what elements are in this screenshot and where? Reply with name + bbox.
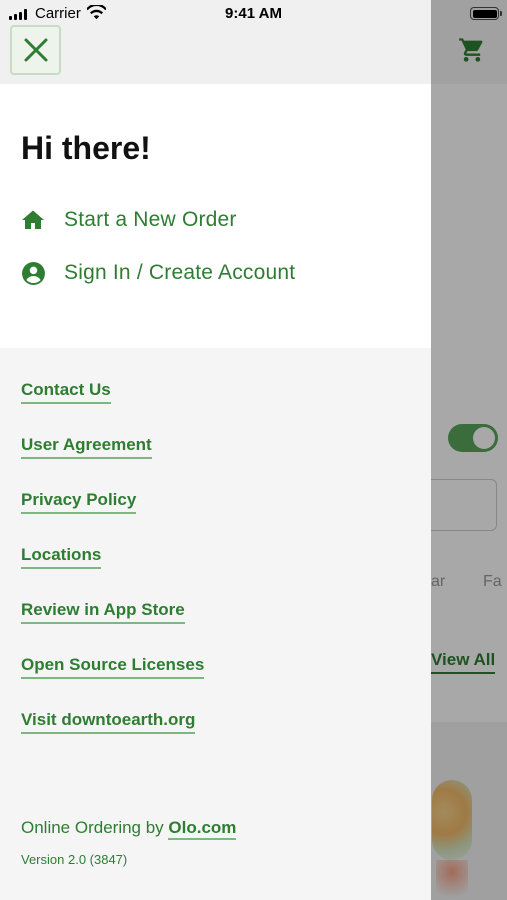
credit-prefix: Online Ordering by: [21, 818, 169, 837]
olo-link[interactable]: Olo.com: [168, 818, 237, 840]
contact-us-link[interactable]: Contact Us: [21, 380, 111, 404]
account-circle-icon: [20, 260, 46, 286]
online-ordering-credit: Online Ordering by Olo.com: [21, 818, 237, 840]
status-bar: Carrier 9:41 AM: [0, 0, 507, 26]
user-agreement-link[interactable]: User Agreement: [21, 435, 152, 459]
sign-in-item[interactable]: Sign In / Create Account: [20, 260, 295, 286]
version-label: Version 2.0 (3847): [21, 852, 128, 867]
screen: ar Fa View All Hi there! Start a New Ord…: [0, 0, 507, 900]
status-time: 9:41 AM: [225, 5, 282, 22]
locations-link[interactable]: Locations: [21, 545, 102, 569]
home-icon: [20, 207, 46, 233]
close-button[interactable]: [10, 25, 61, 75]
greeting-heading: Hi there!: [21, 130, 151, 166]
start-new-order-item[interactable]: Start a New Order: [20, 207, 237, 233]
privacy-policy-link[interactable]: Privacy Policy: [21, 490, 137, 514]
side-drawer: Hi there! Start a New Order Sign In / Cr…: [0, 0, 431, 900]
open-source-licenses-link[interactable]: Open Source Licenses: [21, 655, 205, 679]
visit-website-link[interactable]: Visit downtoearth.org: [21, 710, 196, 734]
review-app-store-link[interactable]: Review in App Store: [21, 600, 185, 624]
start-new-order-label: Start a New Order: [64, 208, 237, 231]
sign-in-label: Sign In / Create Account: [64, 261, 296, 284]
close-icon: [24, 38, 47, 62]
battery-icon: [470, 7, 502, 20]
